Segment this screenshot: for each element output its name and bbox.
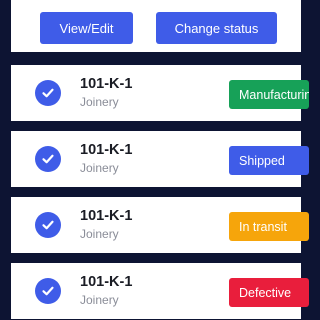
order-row[interactable]: 101-K-1 Joinery Shipped bbox=[11, 131, 309, 187]
order-code: 101-K-1 bbox=[80, 274, 133, 290]
order-code: 101-K-1 bbox=[80, 208, 133, 224]
order-row[interactable]: 101-K-1 Joinery In transit bbox=[11, 197, 309, 253]
status-badge: Shipped bbox=[229, 146, 309, 175]
check-circle-icon[interactable] bbox=[35, 278, 61, 304]
status-badge: Defective bbox=[229, 278, 309, 307]
order-code: 101-K-1 bbox=[80, 76, 133, 92]
action-toolbar: View/Edit Change status bbox=[11, 0, 301, 52]
order-department: Joinery bbox=[80, 227, 119, 241]
order-department: Joinery bbox=[80, 95, 119, 109]
order-department: Joinery bbox=[80, 293, 119, 307]
order-code: 101-K-1 bbox=[80, 142, 133, 158]
change-status-button[interactable]: Change status bbox=[156, 12, 277, 44]
status-badge: In transit bbox=[229, 212, 309, 241]
order-department: Joinery bbox=[80, 161, 119, 175]
status-badge: Manufacturing bbox=[229, 80, 309, 109]
order-row[interactable]: 101-K-1 Joinery Manufacturing bbox=[11, 65, 309, 121]
check-circle-icon[interactable] bbox=[35, 212, 61, 238]
check-circle-icon[interactable] bbox=[35, 146, 61, 172]
view-edit-button[interactable]: View/Edit bbox=[40, 12, 133, 44]
check-circle-icon[interactable] bbox=[35, 80, 61, 106]
order-row[interactable]: 101-K-1 Joinery Defective bbox=[11, 263, 309, 319]
